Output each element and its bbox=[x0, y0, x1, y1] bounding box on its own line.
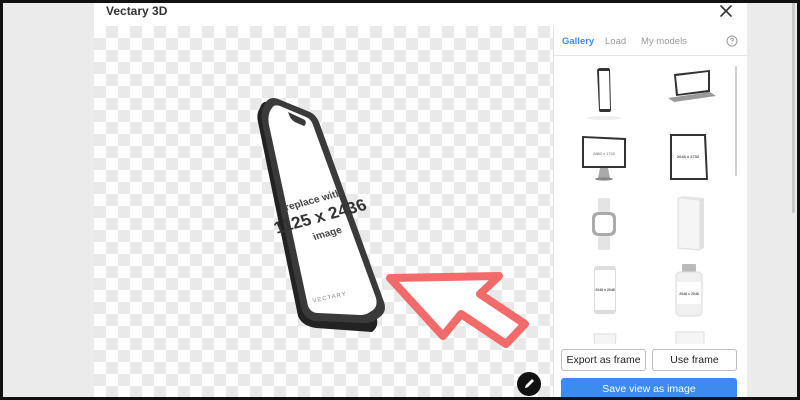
tablet-thumb-caption: 2048 x 2732 bbox=[677, 154, 700, 159]
box-mockup-icon[interactable] bbox=[648, 194, 730, 254]
smartwatch-mockup-icon[interactable] bbox=[564, 194, 646, 254]
imac-mockup-icon[interactable]: 2880 x 1740 bbox=[564, 128, 646, 188]
red-arrow-annotation bbox=[386, 272, 529, 348]
use-frame-button[interactable]: Use frame bbox=[652, 349, 737, 371]
close-button[interactable] bbox=[717, 2, 735, 20]
can-mockup-icon[interactable]: 2048 x 2048 bbox=[564, 260, 646, 320]
page-backdrop-right bbox=[747, 3, 797, 397]
bottle-thumb-caption: 2048 x 2048 bbox=[679, 292, 699, 296]
export-as-frame-button[interactable]: Export as frame bbox=[561, 349, 646, 371]
laptop-mockup-icon[interactable] bbox=[648, 62, 730, 122]
gallery-scrollbar[interactable] bbox=[735, 66, 737, 176]
model-gallery: 2880 x 1740 2048 x 2732 2048 x 2048 2048… bbox=[560, 62, 734, 344]
cup-mockup-icon[interactable] bbox=[564, 326, 646, 344]
tab-load[interactable]: Load bbox=[605, 36, 626, 47]
modal-header: Vectary 3D bbox=[94, 0, 747, 26]
help-icon[interactable] bbox=[726, 35, 738, 47]
bottle-mockup-icon[interactable]: 2048 x 2048 bbox=[648, 260, 730, 320]
panel-tabs: Gallery Load My models bbox=[554, 26, 748, 56]
page-backdrop-left bbox=[3, 3, 94, 397]
pouch-mockup-icon[interactable] bbox=[648, 326, 730, 344]
tab-gallery[interactable]: Gallery bbox=[562, 36, 594, 47]
tablet-mockup-icon[interactable]: 2048 x 2732 bbox=[648, 128, 730, 188]
tab-my-models[interactable]: My models bbox=[641, 36, 687, 47]
edit-button[interactable] bbox=[517, 372, 541, 396]
phone-model-render: replace with 1125 x 2436 image VECTARY bbox=[257, 98, 529, 348]
vectary-modal: Vectary 3D replace with 1125 x 2436 imag… bbox=[94, 0, 748, 400]
imac-thumb-caption: 2880 x 1740 bbox=[593, 151, 616, 156]
close-icon bbox=[720, 5, 732, 17]
can-thumb-caption: 2048 x 2048 bbox=[595, 288, 615, 292]
modal-title: Vectary 3D bbox=[106, 4, 168, 18]
3d-viewport[interactable]: replace with 1125 x 2436 image VECTARY bbox=[94, 26, 553, 400]
save-view-as-image-button[interactable]: Save view as image bbox=[561, 378, 737, 400]
gallery-panel: Gallery Load My models 2880 x 1740 2048 … bbox=[553, 26, 748, 400]
phone-mockup-icon[interactable] bbox=[564, 62, 646, 122]
pencil-icon bbox=[525, 379, 534, 388]
